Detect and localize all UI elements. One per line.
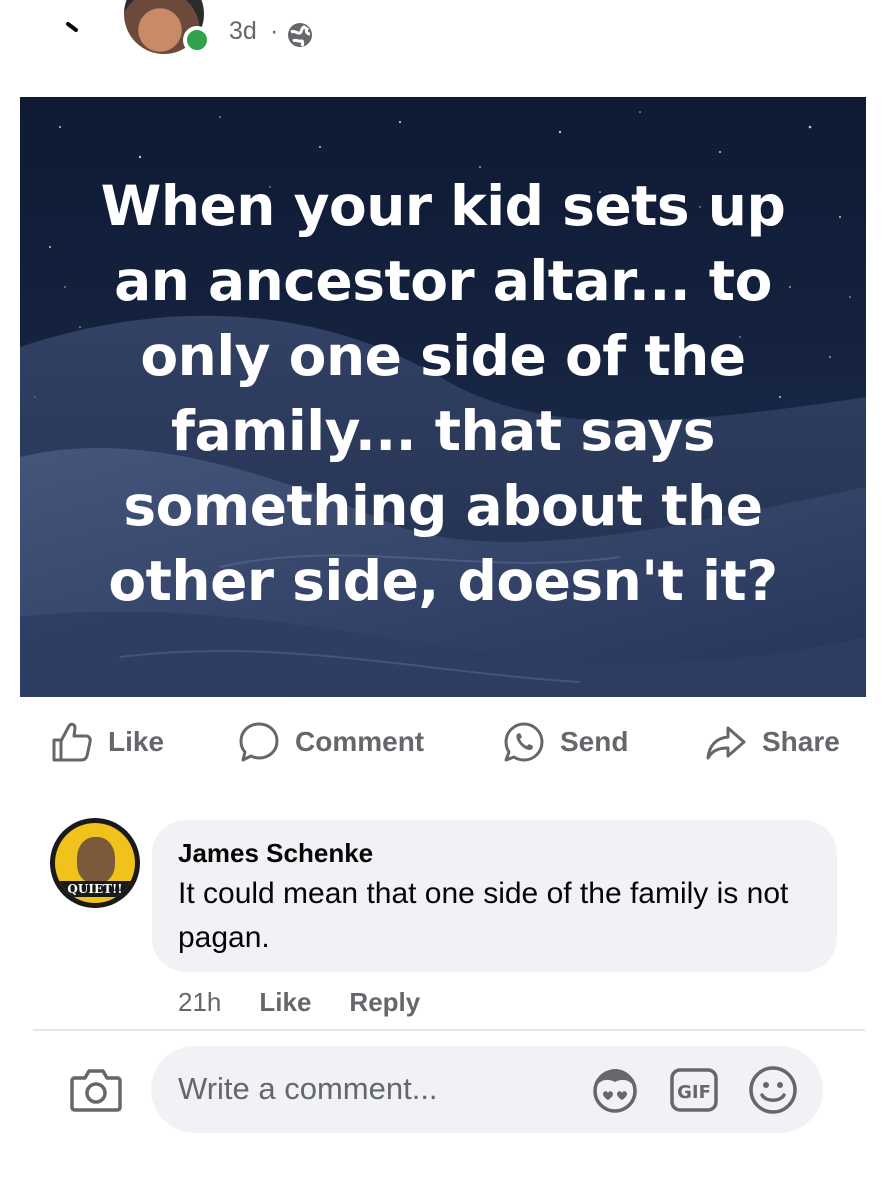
- comment-reply-button[interactable]: Reply: [349, 987, 420, 1018]
- comment-label: Comment: [295, 726, 425, 757]
- avatar-sticker-icon[interactable]: [589, 1064, 641, 1116]
- avatar-face: [77, 837, 115, 883]
- svg-text:GIF: GIF: [677, 1082, 711, 1103]
- comment-meta: 21h Like Reply: [178, 984, 420, 1020]
- send-button[interactable]: Send: [502, 712, 628, 772]
- comment-like-button[interactable]: Like: [259, 987, 311, 1018]
- post-image[interactable]: When your kid sets up an ancestor altar.…: [20, 97, 866, 697]
- share-arrow-icon: [706, 726, 746, 760]
- comment-text: It could mean that one side of the famil…: [178, 877, 789, 954]
- meme-caption: When your kid sets up an ancestor altar.…: [100, 174, 786, 613]
- comment-bubble-icon: [239, 722, 279, 762]
- post-timestamp: 3d: [229, 17, 257, 45]
- comment-button[interactable]: Comment: [237, 712, 424, 772]
- comment-author[interactable]: James Schenke: [178, 836, 811, 870]
- share-button[interactable]: Share: [704, 712, 840, 772]
- back-arrow-icon[interactable]: [62, 18, 86, 38]
- comment-bubble[interactable]: James Schenke It could mean that one sid…: [152, 820, 837, 972]
- comment-time: 21h: [178, 986, 222, 1017]
- separator-dot: ·: [270, 17, 279, 45]
- send-label: Send: [560, 726, 629, 757]
- avatar-caption: QUIET!!: [55, 881, 135, 897]
- emoji-icon[interactable]: [747, 1064, 799, 1116]
- like-label: Like: [108, 726, 165, 757]
- camera-icon[interactable]: [70, 1066, 122, 1112]
- commenter-avatar[interactable]: QUIET!!: [50, 818, 140, 908]
- gif-icon[interactable]: GIF: [668, 1064, 720, 1116]
- globe-icon: [288, 23, 312, 47]
- post-action-bar: Like Comment Send Share: [0, 712, 892, 772]
- post-header: 3d ·: [0, 0, 892, 70]
- thumbs-up-icon: [52, 722, 92, 762]
- online-status-dot: [183, 26, 211, 54]
- like-button[interactable]: Like: [50, 712, 164, 772]
- divider: [33, 1029, 865, 1031]
- share-label: Share: [762, 726, 840, 757]
- comment-input[interactable]: [178, 1066, 578, 1112]
- whatsapp-icon: [504, 722, 544, 762]
- comment-composer: GIF: [151, 1046, 823, 1133]
